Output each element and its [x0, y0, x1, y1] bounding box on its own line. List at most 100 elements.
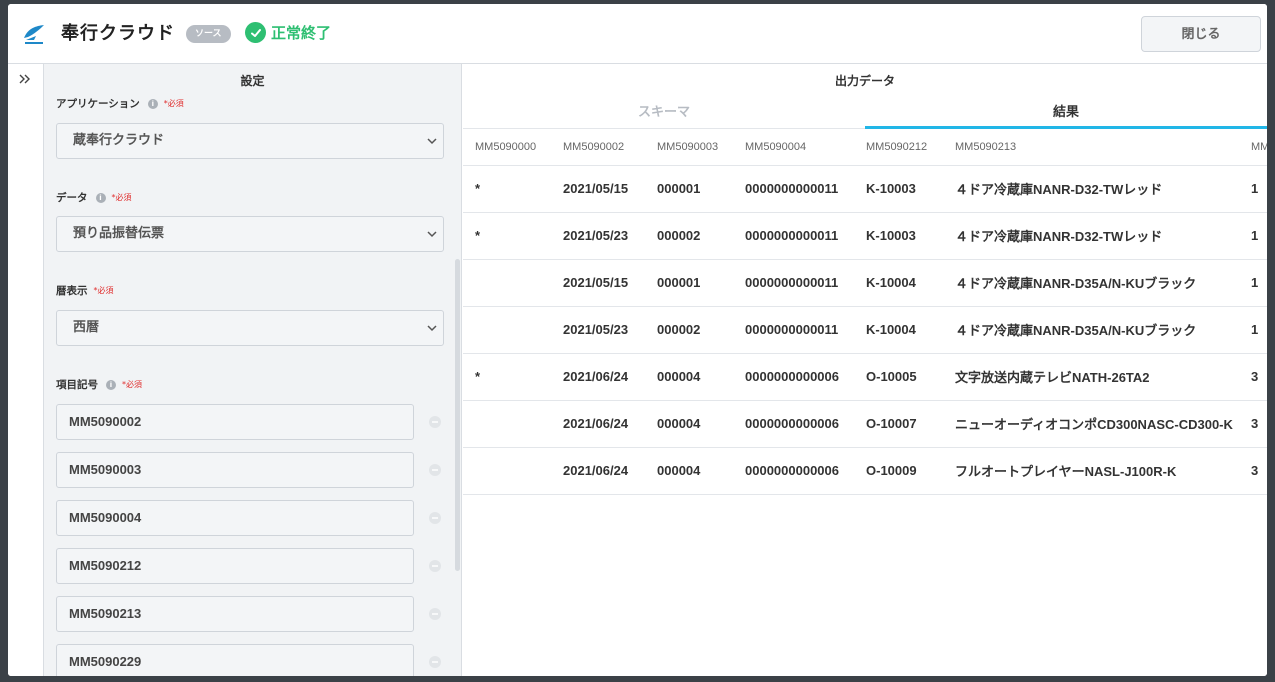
- info-icon: i: [147, 98, 158, 109]
- settings-scrollbar[interactable]: [455, 259, 460, 571]
- table-cell: K-10003: [854, 212, 943, 260]
- table-cell: フルオートプレイヤーNASL-J100R-K: [943, 447, 1239, 495]
- calendar-select-value: 西暦: [73, 320, 100, 335]
- table-cell: 000004: [645, 400, 733, 448]
- table-row: * 2021/06/24 000004 0000000000006 O-1000…: [463, 353, 1267, 401]
- result-table: MM5090000 MM5090002 MM5090003 MM5090004 …: [463, 129, 1267, 495]
- calendar-select[interactable]: 西暦: [56, 310, 444, 346]
- column-header[interactable]: MM5090004: [733, 129, 854, 166]
- chevron-down-icon: [427, 231, 437, 238]
- chevron-down-icon: [427, 138, 437, 145]
- table-row: 2021/05/15 000001 0000000000011 K-10004 …: [463, 259, 1267, 307]
- tab-result[interactable]: 結果: [865, 101, 1267, 120]
- table-cell: 0000000000011: [733, 165, 854, 213]
- app-title: 奉行クラウド: [61, 23, 175, 44]
- column-header[interactable]: MM5090212: [854, 129, 943, 166]
- table-cell: K-10003: [854, 165, 943, 213]
- table-cell: *: [463, 165, 551, 213]
- column-header[interactable]: MM5090213: [943, 129, 1239, 166]
- table-cell: ４ドア冷蔵庫NANR-D32-TWレッド: [943, 165, 1239, 213]
- column-header[interactable]: MM5090002: [551, 129, 645, 166]
- output-title: 出力データ: [834, 74, 895, 88]
- modal: 奉行クラウド ソース 正常終了 閉じる 設定 アプリケーション i *必須 蔵奉…: [8, 4, 1267, 676]
- item-codes-label: 項目記号 i *必須: [56, 377, 142, 392]
- table-cell: 2021/05/23: [551, 212, 645, 260]
- table-cell: [463, 447, 551, 495]
- remove-circle-icon[interactable]: [429, 608, 441, 620]
- table-cell: 1: [1239, 259, 1267, 307]
- item-code-input[interactable]: MM5090212: [56, 548, 414, 584]
- application-label-text: アプリケーション: [56, 98, 140, 110]
- info-icon: i: [106, 379, 116, 390]
- table-cell: 2021/06/24: [551, 447, 645, 495]
- remove-circle-icon[interactable]: [429, 464, 441, 476]
- table-cell: O-10009: [854, 447, 943, 495]
- tab-schema[interactable]: スキーマ: [463, 101, 865, 120]
- table-cell: 3: [1239, 400, 1267, 448]
- table-cell: [463, 306, 551, 354]
- table-cell: 000002: [645, 306, 733, 354]
- table-cell: [463, 259, 551, 307]
- table-cell: K-10004: [854, 306, 943, 354]
- table-cell: ４ドア冷蔵庫NANR-D35A/N-KUブラック: [943, 306, 1239, 354]
- table-cell: [463, 400, 551, 448]
- table-cell: 000004: [645, 353, 733, 401]
- data-label: データ i *必須: [56, 190, 132, 205]
- status-indicator: 正常終了: [245, 22, 331, 43]
- table-cell: *: [463, 353, 551, 401]
- table-cell: 0000000000011: [733, 306, 854, 354]
- application-select-value: 蔵奉行クラウド: [73, 133, 165, 148]
- data-select-value: 預り品振替伝票: [73, 226, 165, 241]
- table-row: * 2021/05/15 000001 0000000000011 K-1000…: [463, 165, 1267, 213]
- column-header[interactable]: MM5090003: [645, 129, 733, 166]
- remove-circle-icon[interactable]: [429, 656, 441, 668]
- item-codes-label-text: 項目記号: [56, 379, 98, 391]
- close-button[interactable]: 閉じる: [1141, 16, 1261, 52]
- item-code-input[interactable]: MM5090002: [56, 404, 414, 440]
- item-code-input[interactable]: MM5090213: [56, 596, 414, 632]
- item-code-input[interactable]: MM5090229: [56, 644, 414, 676]
- column-header[interactable]: MM: [1239, 129, 1267, 166]
- column-header[interactable]: MM5090000: [463, 129, 551, 166]
- table-header-row: MM5090000 MM5090002 MM5090003 MM5090004 …: [463, 129, 1267, 166]
- calendar-label: 暦表示 *必須: [56, 283, 114, 298]
- collapse-rail: [8, 64, 44, 676]
- table-cell: ニューオーディオコンポCD300NASC-CD300-K: [943, 400, 1239, 448]
- table-cell: O-10007: [854, 400, 943, 448]
- required-mark: *必須: [111, 193, 132, 202]
- table-cell: 0000000000006: [733, 400, 854, 448]
- table-cell: 2021/06/24: [551, 400, 645, 448]
- remove-circle-icon[interactable]: [429, 416, 441, 428]
- settings-title: 設定: [240, 74, 265, 88]
- info-icon: i: [95, 192, 106, 203]
- table-row: 2021/06/24 000004 0000000000006 O-10009 …: [463, 447, 1267, 495]
- table-cell: 0000000000011: [733, 212, 854, 260]
- result-table-container: MM5090000 MM5090002 MM5090003 MM5090004 …: [463, 129, 1267, 676]
- table-cell: O-10005: [854, 353, 943, 401]
- table-cell: 2021/05/15: [551, 259, 645, 307]
- table-cell: 1: [1239, 212, 1267, 260]
- table-cell: 3: [1239, 447, 1267, 495]
- table-cell: K-10004: [854, 259, 943, 307]
- status-text: 正常終了: [271, 24, 332, 42]
- table-cell: 2021/06/24: [551, 353, 645, 401]
- table-row: 2021/05/23 000002 0000000000011 K-10004 …: [463, 306, 1267, 354]
- table-cell: 000001: [645, 259, 733, 307]
- table-cell: 000001: [645, 165, 733, 213]
- required-mark: *必須: [93, 286, 114, 295]
- remove-circle-icon[interactable]: [429, 560, 441, 572]
- remove-circle-icon[interactable]: [429, 512, 441, 524]
- data-select[interactable]: 預り品振替伝票: [56, 216, 444, 252]
- table-cell: 0000000000011: [733, 259, 854, 307]
- table-cell: 0000000000006: [733, 353, 854, 401]
- item-code-input[interactable]: MM5090004: [56, 500, 414, 536]
- source-badge: ソース: [186, 25, 231, 43]
- table-cell: 3: [1239, 353, 1267, 401]
- application-select[interactable]: 蔵奉行クラウド: [56, 123, 444, 159]
- item-code-input[interactable]: MM5090003: [56, 452, 414, 488]
- table-cell: 000004: [645, 447, 733, 495]
- table-cell: 0000000000006: [733, 447, 854, 495]
- app-logo-icon: [24, 25, 44, 44]
- double-chevron-right-icon[interactable]: [18, 72, 32, 86]
- settings-panel: 設定 アプリケーション i *必須 蔵奉行クラウド データ i *必須 預り品振…: [44, 64, 462, 676]
